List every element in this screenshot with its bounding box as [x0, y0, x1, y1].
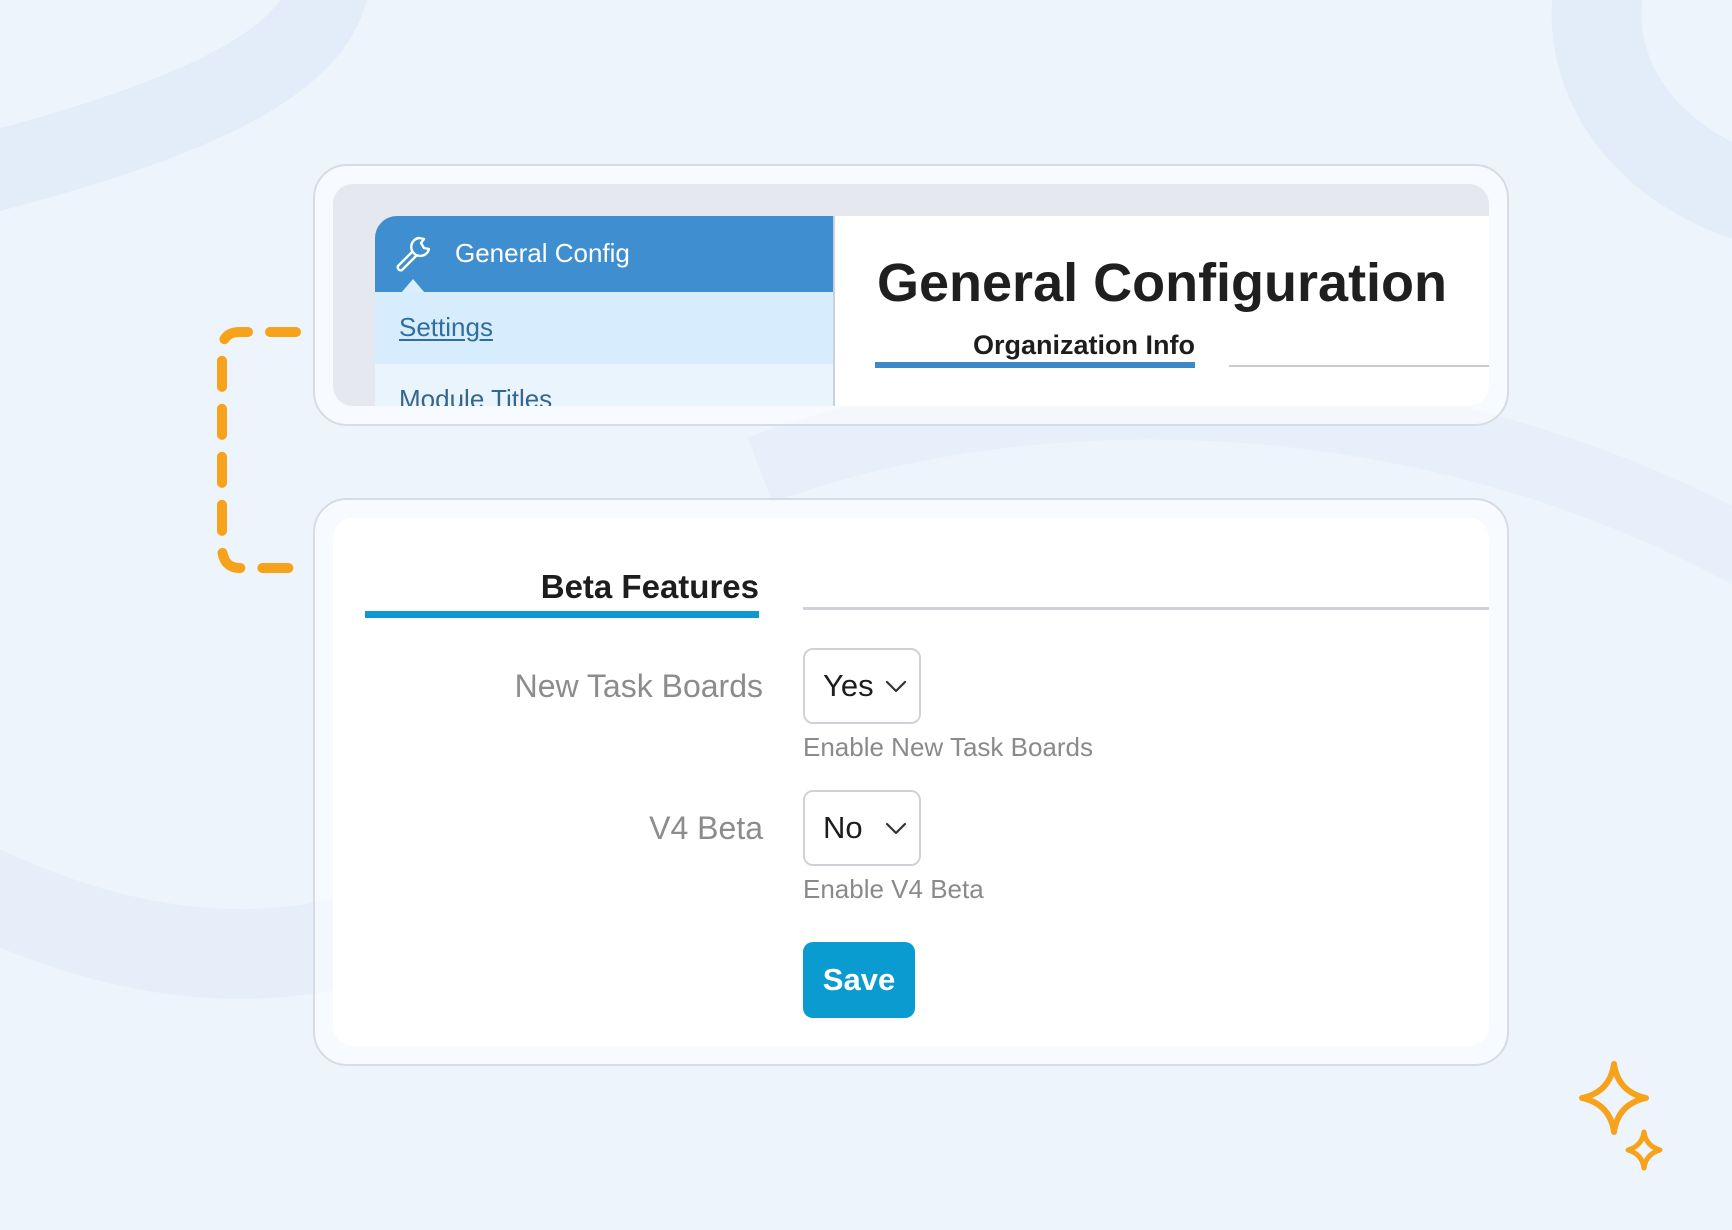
- select-value: Yes: [823, 668, 874, 703]
- tab-label: Organization Info: [973, 330, 1195, 360]
- sidebar-item-label: Module Titles: [399, 384, 553, 406]
- tab-organization-info[interactable]: Organization Info: [875, 324, 1195, 368]
- top-panel-inner: General Config Settings Module Titles Ge…: [333, 184, 1489, 406]
- select-value: No: [823, 810, 863, 845]
- beta-features-card: Beta Features New Task Boards Yes Enable…: [313, 498, 1509, 1066]
- chevron-down-icon: [885, 822, 907, 835]
- save-button[interactable]: Save: [803, 942, 915, 1018]
- tab-beta-features[interactable]: Beta Features: [365, 564, 759, 618]
- page-title: General Configuration: [877, 253, 1448, 313]
- sidebar-item-label[interactable]: Settings: [399, 312, 493, 343]
- sidebar: General Config Settings Module Titles: [375, 216, 833, 406]
- section-tab-underline: [365, 611, 759, 618]
- beta-features-inner: Beta Features New Task Boards Yes Enable…: [333, 518, 1489, 1046]
- dashed-connector: [217, 327, 315, 573]
- tab-strip-line: [1229, 365, 1489, 367]
- sidebar-header-title: General Config: [455, 238, 630, 268]
- sidebar-item-module-titles[interactable]: Module Titles: [375, 364, 833, 406]
- tab-active-underline: [875, 362, 1195, 368]
- v4-beta-select[interactable]: No: [803, 790, 921, 866]
- active-pointer: [401, 279, 425, 293]
- sidebar-item-settings[interactable]: Settings: [375, 292, 833, 364]
- v4-beta-help: Enable V4 Beta: [803, 874, 984, 904]
- section-title: Beta Features: [540, 568, 759, 605]
- chevron-down-icon: [885, 680, 907, 693]
- new-task-boards-select[interactable]: Yes: [803, 648, 921, 724]
- new-task-boards-label: New Task Boards: [514, 668, 763, 704]
- top-panel-card: General Config Settings Module Titles Ge…: [313, 164, 1509, 426]
- sidebar-header[interactable]: General Config: [375, 216, 833, 293]
- wrench-icon: [396, 236, 431, 272]
- v4-beta-label: V4 Beta: [649, 810, 763, 846]
- main-content: General Configuration Organization Info: [835, 216, 1489, 406]
- new-task-boards-help: Enable New Task Boards: [803, 732, 1094, 762]
- sparkle-icon: [1579, 1061, 1663, 1171]
- section-tab-line: [803, 607, 1489, 610]
